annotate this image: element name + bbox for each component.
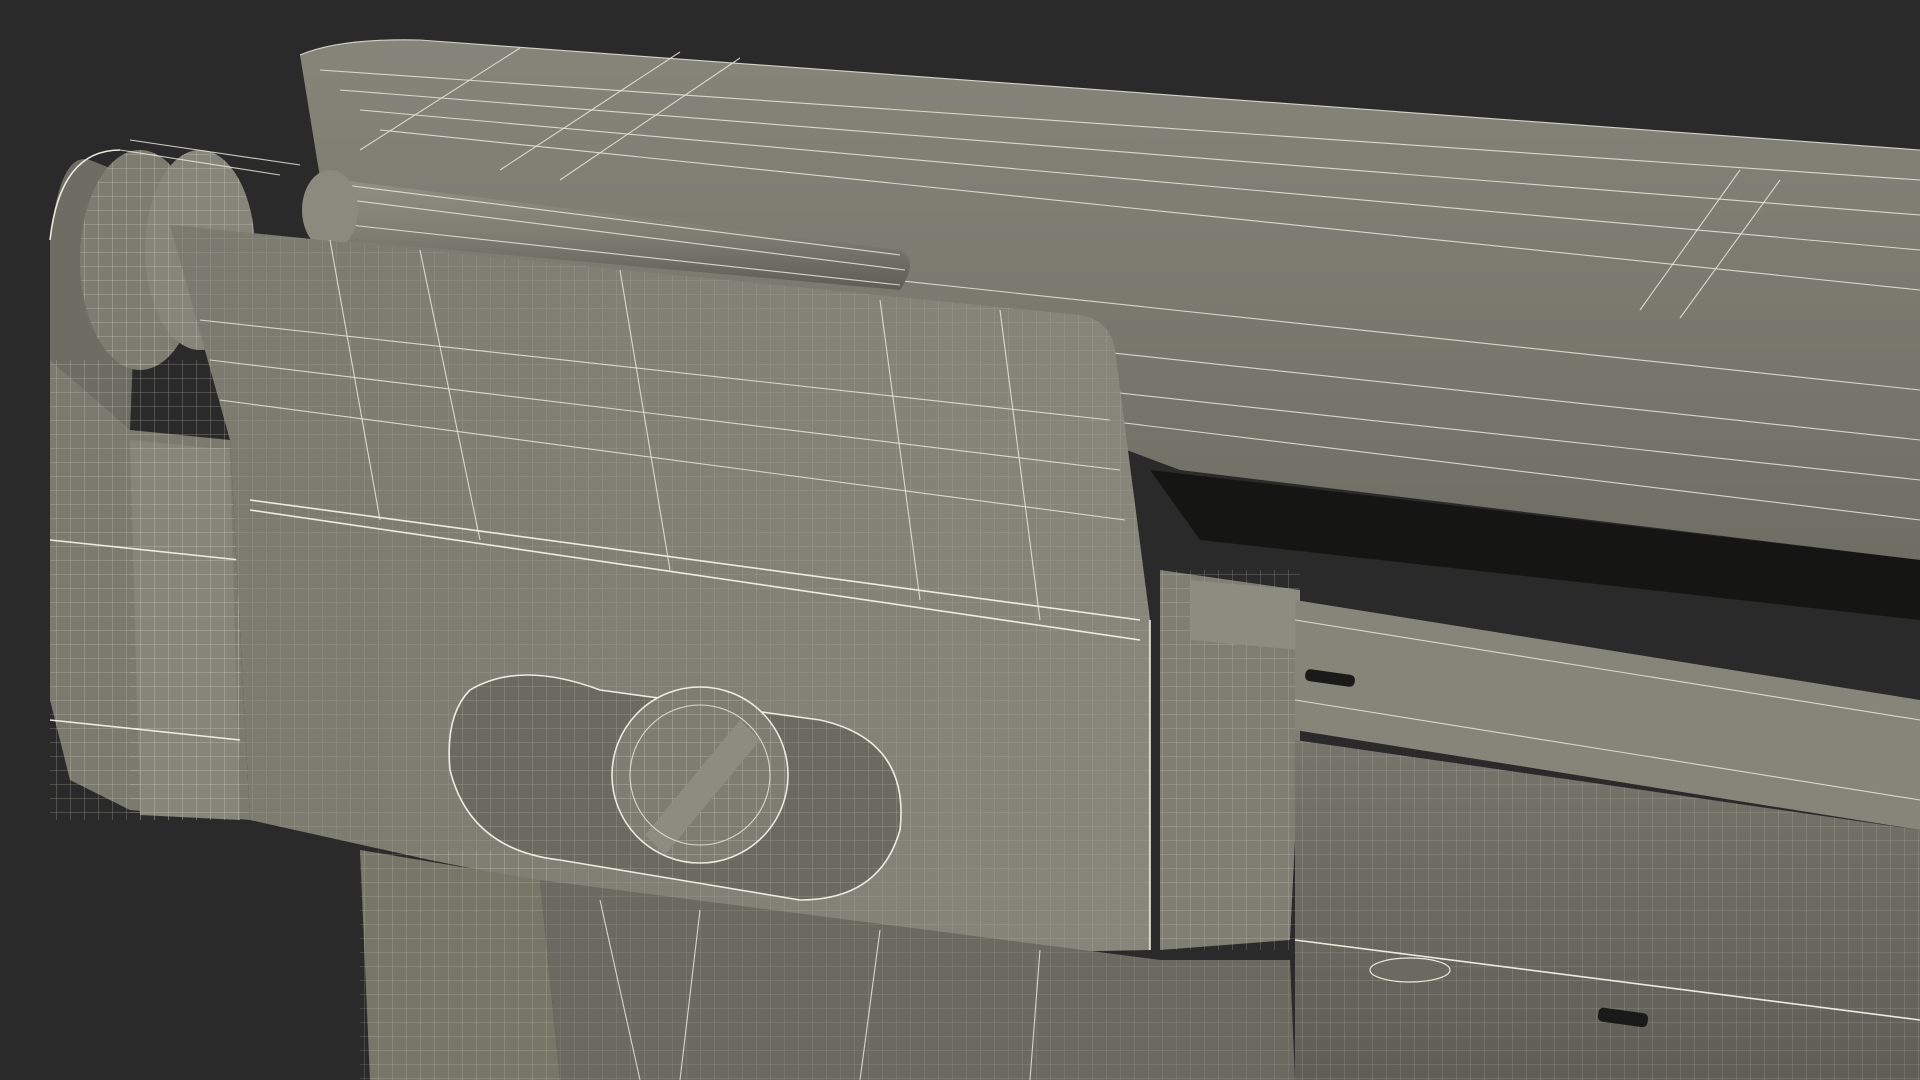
right-bracket xyxy=(1160,570,1300,950)
front-guide-panel xyxy=(1294,600,1920,1080)
left-side-block xyxy=(49,360,250,820)
wireframe-render xyxy=(49,39,1920,1080)
adjustment-knob xyxy=(611,686,789,864)
front-button xyxy=(1369,957,1451,983)
render-viewport xyxy=(0,0,1920,1080)
